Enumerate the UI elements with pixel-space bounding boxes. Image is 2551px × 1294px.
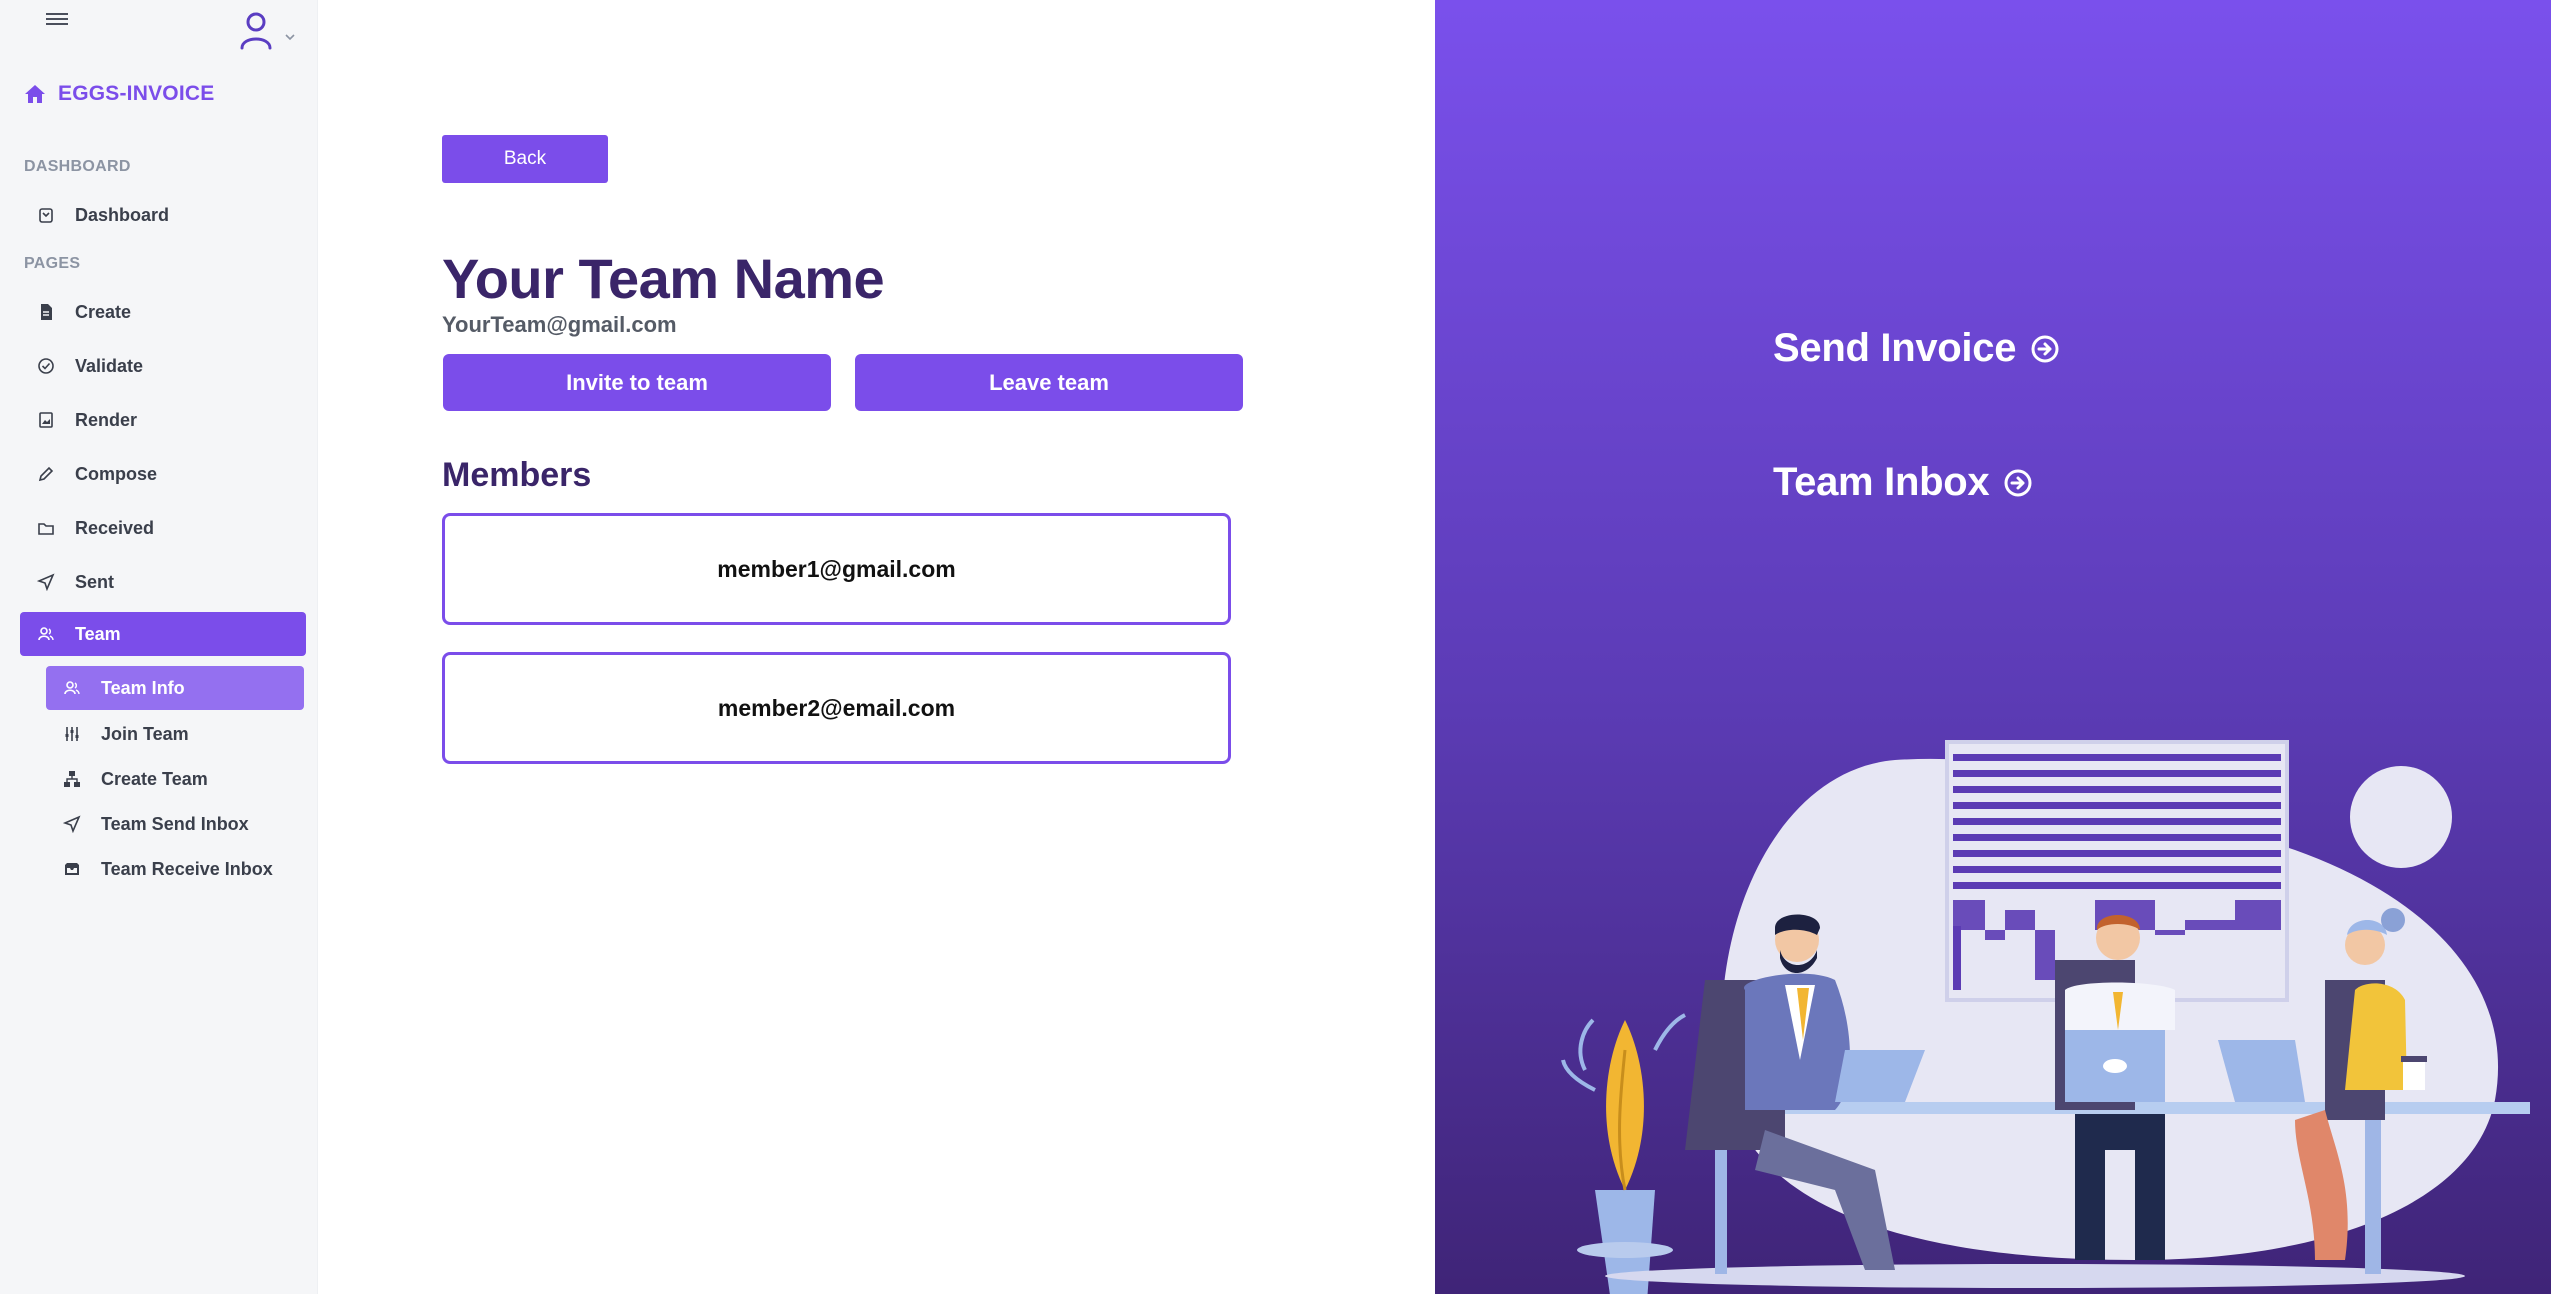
send-icon [37, 573, 55, 591]
team-inbox-label: Team Inbox [1773, 460, 1990, 504]
sidebar-subitem-label: Create Team [101, 768, 208, 789]
send-invoice-label: Send Invoice [1773, 326, 2017, 370]
sidebar-subitem-team-info[interactable]: Team Info [46, 666, 304, 710]
sidebar-item-create[interactable]: Create [20, 290, 306, 334]
section-label-pages: PAGES [24, 255, 81, 272]
sidebar-item-team[interactable]: Team [20, 612, 306, 656]
file-icon [41, 304, 52, 320]
hierarchy-icon [64, 771, 80, 787]
arrow-circle-right-icon [2031, 335, 2059, 362]
sidebar-subitem-label: Team Receive Inbox [101, 858, 273, 879]
sliders-icon [65, 727, 79, 741]
sidebar-item-label: Render [75, 409, 138, 430]
team-name-heading: Your Team Name [442, 247, 885, 310]
chevron-down-icon [285, 34, 295, 41]
sidebar-item-received[interactable]: Received [20, 506, 306, 550]
sidebar-item-render[interactable]: Render [20, 398, 306, 442]
back-button[interactable]: Back [442, 135, 608, 183]
hamburger-icon[interactable] [46, 10, 68, 34]
team-icon [38, 627, 54, 641]
user-menu[interactable] [238, 10, 298, 54]
team-icon [64, 681, 80, 695]
brand[interactable]: EGGS-INVOICE [24, 82, 214, 106]
home-icon [25, 85, 45, 103]
sidebar-item-sent[interactable]: Sent [20, 560, 306, 604]
right-panel: Send Invoice Team Inbox [1435, 0, 2551, 1294]
sidebar-item-validate[interactable]: Validate [20, 344, 306, 388]
sidebar-subitem-team-receive-inbox[interactable]: Team Receive Inbox [46, 847, 304, 891]
sidebar-subitem-label: Join Team [101, 723, 189, 744]
sidebar: EGGS-INVOICE DASHBOARD Dashboard PAGES C… [0, 0, 318, 1294]
sidebar-item-label: Validate [75, 355, 144, 376]
sidebar-subitem-label: Team Send Inbox [101, 813, 249, 834]
user-icon [240, 12, 272, 50]
sidebar-item-label: Create [75, 301, 132, 322]
dashboard-icon [39, 208, 53, 223]
sidebar-subitem-join-team[interactable]: Join Team [46, 712, 304, 756]
invite-to-team-button[interactable]: Invite to team [443, 354, 831, 411]
folder-icon [38, 523, 54, 535]
sidebar-item-label: Compose [75, 463, 158, 484]
sidebar-item-compose[interactable]: Compose [20, 452, 306, 496]
member-card[interactable]: member2@email.com [442, 652, 1231, 764]
image-file-icon [39, 412, 53, 428]
leave-team-button[interactable]: Leave team [855, 354, 1243, 411]
brand-label: EGGS-INVOICE [58, 82, 215, 105]
check-badge-icon [38, 358, 54, 374]
team-email: YourTeam@gmail.com [442, 312, 677, 337]
sidebar-item-label: Team [75, 623, 121, 644]
sidebar-item-label: Dashboard [75, 204, 170, 225]
sidebar-subitem-team-send-inbox[interactable]: Team Send Inbox [46, 802, 304, 846]
inbox-icon [65, 863, 79, 875]
sidebar-item-label: Sent [75, 571, 115, 592]
sidebar-subitem-create-team[interactable]: Create Team [46, 757, 304, 801]
send-icon [63, 815, 81, 833]
pencil-icon [38, 466, 54, 482]
section-label-dashboard: DASHBOARD [24, 158, 131, 175]
sidebar-item-dashboard[interactable]: Dashboard [20, 193, 306, 237]
send-invoice-link[interactable]: Send Invoice [1773, 326, 2060, 371]
team-inbox-link[interactable]: Team Inbox [1773, 460, 2033, 505]
team-meeting-illustration [1561, 740, 2530, 1294]
members-heading: Members [442, 456, 592, 494]
arrow-circle-right-icon [2004, 469, 2032, 496]
sidebar-subitem-label: Team Info [101, 677, 185, 698]
member-card[interactable]: member1@gmail.com [442, 513, 1231, 625]
sidebar-item-label: Received [75, 517, 155, 538]
